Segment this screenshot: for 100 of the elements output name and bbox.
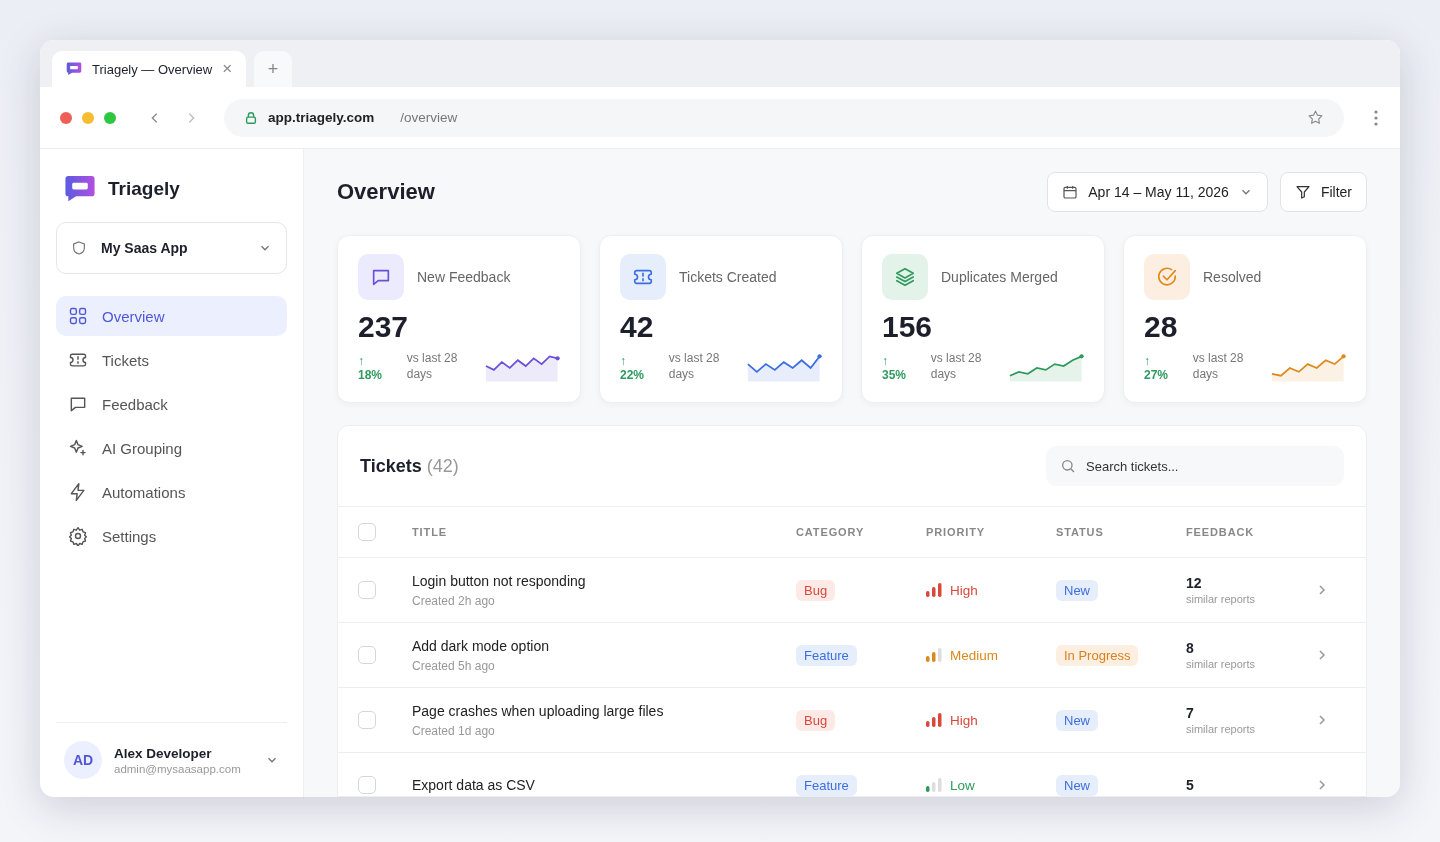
feedback-count: 5 — [1186, 777, 1195, 793]
stat-label: New Feedback — [417, 269, 511, 285]
brand-name: Triagely — [108, 177, 180, 200]
ticket-icon — [620, 254, 666, 300]
checkbox[interactable] — [358, 581, 376, 599]
ticket-title: Login button not responding — [412, 572, 587, 589]
column-header: TITLE — [412, 526, 448, 538]
category-tag: Bug — [796, 709, 836, 731]
stat-value: 42 — [620, 310, 655, 344]
url-host: app.triagely.com — [268, 110, 375, 125]
stat-note: vs last 28 days — [1192, 350, 1245, 382]
priority-bars-icon — [926, 713, 942, 727]
lock-icon — [244, 110, 258, 125]
feedback-count: 7 — [1186, 705, 1195, 721]
url-path: /overview — [400, 110, 459, 125]
ticket-title: Export data as CSV — [412, 777, 536, 793]
filter-button[interactable]: Filter — [1279, 172, 1367, 212]
close-tab-button[interactable]: × — [222, 59, 233, 79]
priority-bars-icon — [926, 583, 942, 597]
grid-icon — [68, 306, 88, 327]
priority-label: Medium — [950, 647, 998, 663]
chevron-right-icon[interactable] — [1316, 779, 1328, 791]
feedback-label: similar reports — [1186, 593, 1257, 605]
chevron-right-icon[interactable] — [1316, 584, 1328, 596]
up-arrow: ↑ — [882, 354, 889, 368]
priority-bars-icon — [926, 648, 942, 662]
workspace-dropdown[interactable]: My Saas App — [56, 222, 287, 275]
stat-note: vs last 28 days — [406, 350, 459, 382]
feedback-count: 12 — [1186, 575, 1203, 591]
ticket-created: Created 2h ago — [412, 593, 496, 608]
ticket-created: Created 5h ago — [412, 658, 496, 673]
chat-logo-icon — [64, 175, 96, 203]
nav-item[interactable]: Tickets — [56, 340, 287, 381]
nav-item[interactable]: Automations — [56, 472, 287, 513]
chevron-right-icon[interactable] — [1316, 714, 1328, 726]
priority-label: High — [950, 712, 978, 728]
layers-icon — [882, 254, 928, 300]
stat-note: vs last 28 days — [930, 350, 983, 382]
avatar: AD — [64, 741, 102, 779]
checkbox[interactable] — [358, 646, 376, 664]
status-tag: New — [1056, 709, 1098, 731]
stat-change: 22% — [620, 368, 646, 382]
shield-icon — [71, 240, 87, 257]
nav-item[interactable]: Feedback — [56, 384, 287, 425]
page-title: Overview — [337, 179, 436, 205]
feedback-label: similar reports — [1186, 658, 1257, 670]
browser-tab[interactable]: Triagely — Overview × — [52, 51, 247, 87]
stat-label: Tickets Created — [679, 269, 777, 285]
stat-label: Duplicates Merged — [941, 269, 1058, 285]
checkbox[interactable] — [358, 776, 376, 794]
column-header: CATEGORY — [796, 526, 866, 538]
up-arrow: ↑ — [358, 354, 365, 368]
calendar-icon — [1062, 184, 1079, 200]
column-header: STATUS — [1056, 526, 1105, 538]
column-header: FEEDBACK — [1186, 526, 1256, 538]
minimize-window-button[interactable] — [82, 111, 94, 124]
stat-change: 18% — [358, 368, 384, 382]
column-header: PRIORITY — [926, 526, 986, 538]
ticket-title: Page crashes when uploading large files — [412, 702, 665, 719]
feedback-count: 8 — [1186, 640, 1195, 656]
stat-value: 156 — [882, 310, 934, 344]
nav-item[interactable]: Overview — [56, 296, 287, 337]
up-arrow: ↑ — [620, 354, 627, 368]
stat-value: 28 — [1144, 310, 1179, 344]
address-bar[interactable]: app.triagely.com /overview — [224, 98, 1344, 137]
checkbox[interactable] — [358, 711, 376, 729]
status-tag: New — [1056, 579, 1098, 601]
chat-logo-icon — [66, 62, 82, 76]
user-name: Alex Developer — [114, 745, 213, 761]
up-arrow: ↑ — [1144, 354, 1151, 368]
ticket-created: Created 1d ago — [412, 723, 496, 738]
chevron-right-icon[interactable] — [1316, 649, 1328, 661]
category-tag: Bug — [796, 579, 836, 601]
nav-item[interactable]: Settings — [56, 516, 287, 557]
nav-item[interactable]: AI Grouping — [56, 428, 287, 469]
priority-bars-icon — [926, 778, 942, 792]
stat-label: Resolved — [1203, 269, 1262, 285]
close-window-button[interactable] — [60, 111, 72, 124]
status-tag: New — [1056, 774, 1098, 796]
search-field[interactable]: Search tickets... — [1046, 446, 1344, 486]
stat-value: 237 — [358, 310, 410, 344]
priority-label: High — [950, 582, 978, 598]
maximize-window-button[interactable] — [104, 111, 116, 124]
stat-change: 27% — [1144, 368, 1170, 382]
checkbox[interactable] — [358, 523, 376, 541]
panel-title: Tickets (42) — [360, 455, 460, 477]
filter-icon — [1294, 184, 1311, 200]
ticket-title: Add dark mode option — [412, 637, 550, 654]
category-tag: Feature — [796, 644, 857, 666]
star-icon[interactable] — [1307, 109, 1324, 126]
stat-change: 35% — [882, 368, 908, 382]
user-email: admin@mysaasapp.com — [114, 762, 242, 775]
priority-label: Low — [950, 777, 975, 793]
status-tag: In Progress — [1056, 644, 1139, 666]
settings-icon — [68, 526, 88, 547]
date-range-button[interactable]: Apr 14 – May 11, 2026 — [1047, 172, 1268, 212]
chat-icon — [358, 254, 404, 300]
feedback-label: similar reports — [1186, 723, 1257, 735]
stat-note: vs last 28 days — [668, 350, 721, 382]
category-tag: Feature — [796, 774, 857, 796]
